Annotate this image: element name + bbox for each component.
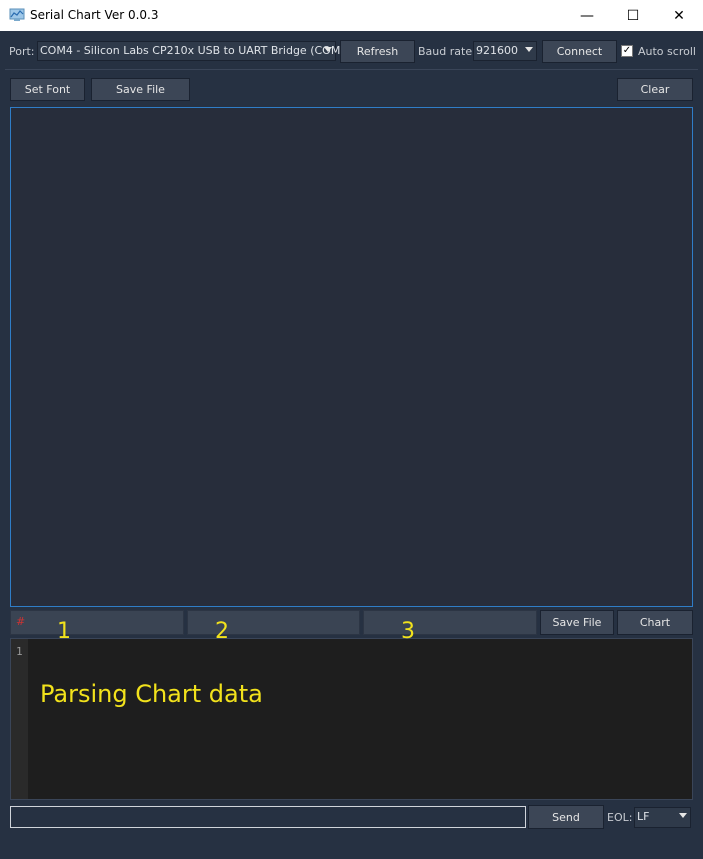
baud-rate-select[interactable]: 921600 bbox=[473, 41, 537, 61]
baud-rate-value: 921600 bbox=[476, 44, 518, 57]
clear-button[interactable]: Clear bbox=[617, 78, 693, 101]
chart-save-file-button[interactable]: Save File bbox=[540, 610, 614, 635]
line-number: 1 bbox=[16, 645, 23, 658]
close-button[interactable]: ✕ bbox=[656, 0, 702, 31]
terminal-output[interactable] bbox=[10, 107, 693, 607]
toolbar-divider bbox=[5, 69, 698, 70]
eol-label: EOL: bbox=[607, 811, 633, 824]
send-input[interactable] bbox=[10, 806, 526, 828]
close-icon: ✕ bbox=[673, 7, 685, 24]
parse-editor[interactable]: 1 bbox=[10, 638, 693, 800]
title-bar: Serial Chart Ver 0.0.3 — ☐ ✕ bbox=[0, 0, 703, 31]
parse-field-2[interactable] bbox=[187, 610, 360, 635]
set-font-button[interactable]: Set Font bbox=[10, 78, 85, 101]
hash-prefix: # bbox=[16, 615, 26, 628]
maximize-button[interactable]: ☐ bbox=[610, 0, 656, 31]
line-gutter: 1 bbox=[11, 639, 28, 799]
refresh-button[interactable]: Refresh bbox=[340, 40, 415, 63]
parse-field-3[interactable] bbox=[363, 610, 537, 635]
connect-button[interactable]: Connect bbox=[542, 40, 617, 63]
port-select-value: COM4 - Silicon Labs CP210x USB to UART B… bbox=[40, 44, 352, 57]
chevron-down-icon bbox=[679, 813, 687, 818]
chevron-down-icon bbox=[324, 47, 332, 52]
autoscroll-label: Auto scroll bbox=[638, 45, 696, 58]
minimize-icon: — bbox=[580, 7, 594, 24]
eol-select[interactable]: LF bbox=[634, 807, 691, 828]
chevron-down-icon bbox=[525, 47, 533, 52]
baud-rate-label: Baud rate: bbox=[418, 45, 476, 58]
window-title: Serial Chart Ver 0.0.3 bbox=[30, 8, 159, 22]
parse-field-1[interactable]: # bbox=[10, 610, 184, 635]
annotation-marker-3: 3 bbox=[401, 619, 415, 644]
annotation-marker-1: 1 bbox=[57, 619, 71, 644]
check-icon: ✓ bbox=[622, 45, 632, 56]
minimize-button[interactable]: — bbox=[564, 0, 610, 31]
port-label: Port: bbox=[9, 45, 35, 58]
eol-value: LF bbox=[637, 810, 650, 823]
maximize-icon: ☐ bbox=[626, 7, 640, 24]
annotation-caption: Parsing Chart data bbox=[40, 680, 263, 708]
port-select[interactable]: COM4 - Silicon Labs CP210x USB to UART B… bbox=[37, 41, 352, 61]
send-button[interactable]: Send bbox=[528, 805, 604, 829]
app-icon bbox=[9, 8, 25, 21]
save-file-button[interactable]: Save File bbox=[91, 78, 190, 101]
chart-button[interactable]: Chart bbox=[617, 610, 693, 635]
annotation-marker-2: 2 bbox=[215, 619, 229, 644]
serial-chart-window: Serial Chart Ver 0.0.3 — ☐ ✕ Port: COM4 … bbox=[0, 0, 703, 859]
autoscroll-checkbox[interactable]: ✓ bbox=[621, 45, 633, 57]
